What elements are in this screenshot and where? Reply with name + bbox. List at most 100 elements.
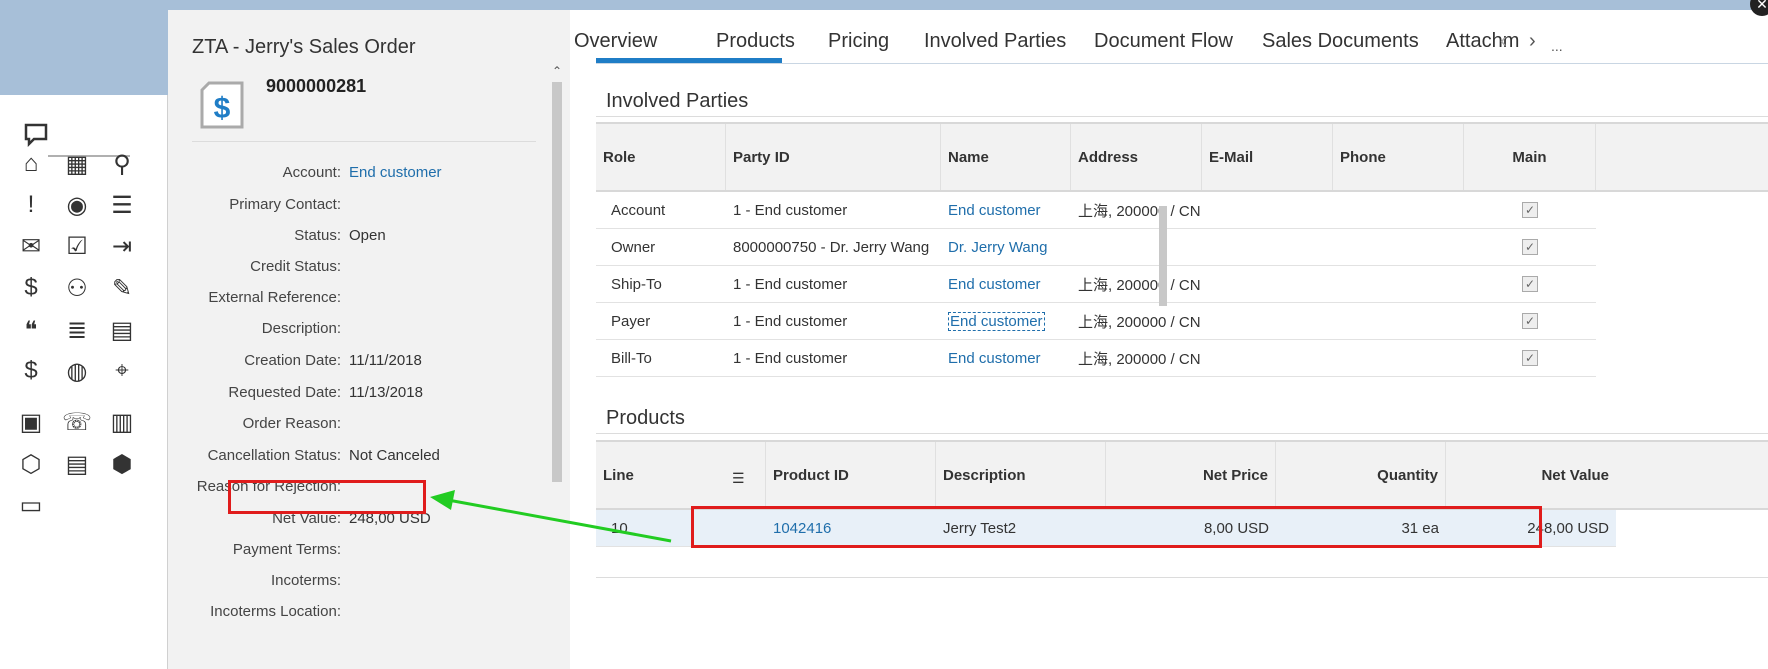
column-header[interactable]: Net Value <box>1446 442 1616 508</box>
object-number: 9000000281 <box>266 76 367 96</box>
parties-scrollbar[interactable] <box>1157 190 1169 380</box>
edit-doc-icon[interactable]: ✎ <box>103 269 141 307</box>
alert-icon[interactable]: ! <box>12 186 50 224</box>
party-name-link[interactable]: Dr. Jerry Wang <box>941 229 1071 265</box>
field-label: Creation Date: <box>244 351 341 369</box>
car-icon[interactable]: ▭ <box>12 486 50 524</box>
calendar-icon[interactable]: ▦ <box>58 145 96 183</box>
clipboard-icon[interactable]: ▥ <box>103 403 141 441</box>
field-value: 11/11/2018 <box>349 351 422 369</box>
scroll-up-icon[interactable]: ⌃ <box>552 64 562 78</box>
map-pin-icon[interactable]: ⌖ <box>103 352 141 390</box>
column-header[interactable]: Description <box>936 442 1106 508</box>
table-row[interactable]: Owner 8000000750 - Dr. Jerry Wang Dr. Jerr… <box>596 229 1596 266</box>
table-row[interactable]: Ship-To 1 - End customer End customer 上海, 2… <box>596 266 1596 303</box>
field-value: Not Canceled <box>349 446 440 464</box>
sort-icon[interactable]: ☰ <box>732 470 745 487</box>
checklist-icon[interactable]: ☑ <box>58 227 96 265</box>
party-name-link[interactable]: End customer <box>941 303 1071 339</box>
home-icon[interactable]: ⌂ <box>12 145 50 183</box>
field-row: Payment Terms: <box>168 537 548 561</box>
main-checkbox[interactable]: ✓ <box>1522 313 1538 329</box>
notebook-icon[interactable]: ▤ <box>103 311 141 349</box>
column-header[interactable]: Role <box>596 124 726 190</box>
party-name-link[interactable]: End customer <box>941 340 1071 376</box>
tab-involved-parties[interactable]: Involved Parties <box>924 30 1066 53</box>
document-icon[interactable]: ▤ <box>58 445 96 483</box>
field-row: Incoterms: <box>168 568 548 592</box>
appointment-icon[interactable]: ▣ <box>12 403 50 441</box>
tab-next-icon[interactable]: › <box>1529 30 1536 53</box>
search-icon[interactable]: ⚲ <box>103 145 141 183</box>
person-icon[interactable]: ◉ <box>58 186 96 224</box>
parties-scroll-thumb[interactable] <box>1159 206 1167 306</box>
field-label: Payment Terms: <box>232 540 341 558</box>
table-row[interactable]: Account 1 - End customer End customer 上海, 2… <box>596 192 1596 229</box>
table-row[interactable]: Payer 1 - End customer End customer 上海, 200… <box>596 303 1596 340</box>
field-label: Status: <box>294 226 341 244</box>
globe-money-icon[interactable]: ◍ <box>58 352 96 390</box>
products-header: Line Product ID Description Net Price Quanti… <box>596 440 1768 510</box>
field-row: Primary Contact: <box>168 192 548 216</box>
table-cell <box>1333 192 1464 228</box>
column-header[interactable]: Quantity <box>1276 442 1446 508</box>
main-checkbox[interactable]: ✓ <box>1522 239 1538 255</box>
column-header[interactable]: Main <box>1464 124 1596 190</box>
transfer-money-icon[interactable]: ⇥ <box>103 227 141 265</box>
table-cell <box>1333 229 1464 265</box>
column-header[interactable]: E-Mail <box>1202 124 1333 190</box>
main-content: Overview Products Pricing Involved Parties D… <box>570 10 1768 669</box>
box-icon[interactable]: ⬡ <box>12 445 50 483</box>
column-header[interactable]: Party ID <box>726 124 941 190</box>
field-label: Description: <box>261 319 341 337</box>
column-header[interactable]: Address <box>1071 124 1202 190</box>
field-value-link[interactable]: End customer <box>345 164 442 181</box>
package-icon[interactable]: ⬢ <box>103 445 141 483</box>
quote-icon[interactable]: ❝ <box>12 311 50 349</box>
tab-products[interactable]: Products <box>716 30 795 53</box>
field-row: Incoterms Location: <box>168 599 548 623</box>
table-cell <box>1202 192 1333 228</box>
main-checkbox-cell: ✓ <box>1464 229 1596 265</box>
main-checkbox[interactable]: ✓ <box>1522 202 1538 218</box>
table-cell: 上海, 200000 / CN <box>1078 202 1201 220</box>
panel-scrollbar[interactable]: ⌃ <box>552 64 562 484</box>
list-icon[interactable]: ≣ <box>58 311 96 349</box>
column-header[interactable]: Name <box>941 124 1071 190</box>
field-row: Status: Open <box>168 223 548 247</box>
scroll-thumb[interactable] <box>552 82 562 482</box>
tab-overview[interactable]: Overview <box>574 30 657 53</box>
table-cell <box>1202 303 1333 339</box>
org-icon[interactable]: ⚇ <box>58 269 96 307</box>
tab-prev-icon[interactable]: ‹ <box>1500 30 1507 53</box>
party-name-link[interactable]: End customer <box>941 192 1071 228</box>
contacts-icon[interactable]: ☰ <box>103 186 141 224</box>
party-name-link-focused[interactable]: End customer <box>948 311 1045 331</box>
table-row[interactable]: Bill-To 1 - End customer End customer 上海, 2… <box>596 340 1596 377</box>
tab-document-flow[interactable]: Document Flow <box>1094 30 1233 53</box>
column-header[interactable]: Product ID <box>766 442 936 508</box>
field-label: Account: <box>282 163 341 181</box>
column-header[interactable]: Net Price <box>1106 442 1276 508</box>
object-header-panel: ZTA - Jerry's Sales Order $ 9000000281 A… <box>168 10 570 669</box>
dollar-icon[interactable]: $ <box>12 269 50 307</box>
tab-more-icon[interactable]: ... <box>1551 38 1563 54</box>
main-checkbox[interactable]: ✓ <box>1522 350 1538 366</box>
tab-pricing[interactable]: Pricing <box>828 30 889 53</box>
mail-icon[interactable]: ✉ <box>12 227 50 265</box>
tab-sales-documents[interactable]: Sales Documents <box>1262 30 1419 53</box>
main-checkbox-cell: ✓ <box>1464 303 1596 339</box>
involved-parties-header: Role Party ID Name Address E-Mail Phone Main <box>596 122 1768 192</box>
main-checkbox-cell: ✓ <box>1464 340 1596 376</box>
main-checkbox[interactable]: ✓ <box>1522 276 1538 292</box>
table-cell: 上海, 200000 / CN <box>1078 313 1201 331</box>
phone-book-icon[interactable]: ☏ <box>58 403 96 441</box>
tab-attachm[interactable]: Attachm <box>1446 30 1519 53</box>
table-cell: Account <box>611 201 666 219</box>
party-name-link[interactable]: End customer <box>941 266 1071 302</box>
table-cell <box>1202 229 1333 265</box>
column-header[interactable]: Phone <box>1333 124 1464 190</box>
section-divider <box>596 116 1768 117</box>
field-label: Requested Date: <box>228 383 341 401</box>
invoice-icon[interactable]: $ <box>12 352 50 390</box>
